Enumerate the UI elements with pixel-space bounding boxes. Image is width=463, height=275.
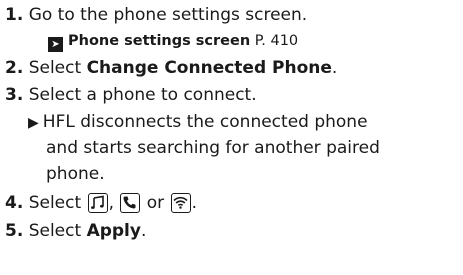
step-punct: .	[140, 221, 147, 241]
step-3: 3. Select a phone to connect.	[5, 82, 257, 108]
note-text: HFL disconnects the connected phone	[42, 112, 368, 132]
reference-title: Phone settings screen	[68, 33, 251, 49]
step-number: 3.	[5, 85, 24, 105]
triangle-bullet-icon: ▶	[28, 115, 39, 131]
wifi-icon	[170, 193, 191, 213]
step-text-or: or	[141, 193, 170, 213]
arrow-right-icon: ➤	[48, 37, 63, 52]
reference-page: P. 410	[254, 33, 299, 49]
separator: ,	[108, 193, 114, 213]
note-line-3: phone.	[46, 161, 105, 187]
page-reference[interactable]: ➤ Phone settings screen P. 410	[48, 28, 298, 54]
step-bold-text: Change Connected Phone	[86, 58, 332, 78]
step-punct: .	[331, 58, 338, 78]
step-text: Select	[28, 193, 87, 213]
step-text: Select a phone to connect.	[28, 85, 257, 105]
step-number: 2.	[5, 58, 24, 78]
step-5: 5. Select Apply.	[5, 218, 146, 244]
music-icon	[87, 193, 108, 213]
step-2: 2. Select Change Connected Phone.	[5, 55, 337, 81]
note-text: and starts searching for another paired	[46, 138, 380, 158]
step-4: 4. Select , or .	[5, 190, 197, 216]
step-number: 1.	[5, 5, 24, 25]
step-bold-text: Apply	[86, 221, 141, 241]
step-number: 5.	[5, 221, 24, 241]
step-number: 4.	[5, 193, 24, 213]
phone-icon	[120, 193, 141, 213]
note-line-1: ▶ HFL disconnects the connected phone	[28, 109, 368, 136]
step-text: Go to the phone settings screen.	[28, 5, 308, 25]
step-text: Select	[28, 58, 87, 78]
step-text: Select	[28, 221, 87, 241]
step-1: 1. Go to the phone settings screen.	[5, 2, 307, 28]
note-text: phone.	[46, 164, 105, 184]
step-punct: .	[191, 193, 197, 213]
note-line-2: and starts searching for another paired	[46, 135, 380, 161]
